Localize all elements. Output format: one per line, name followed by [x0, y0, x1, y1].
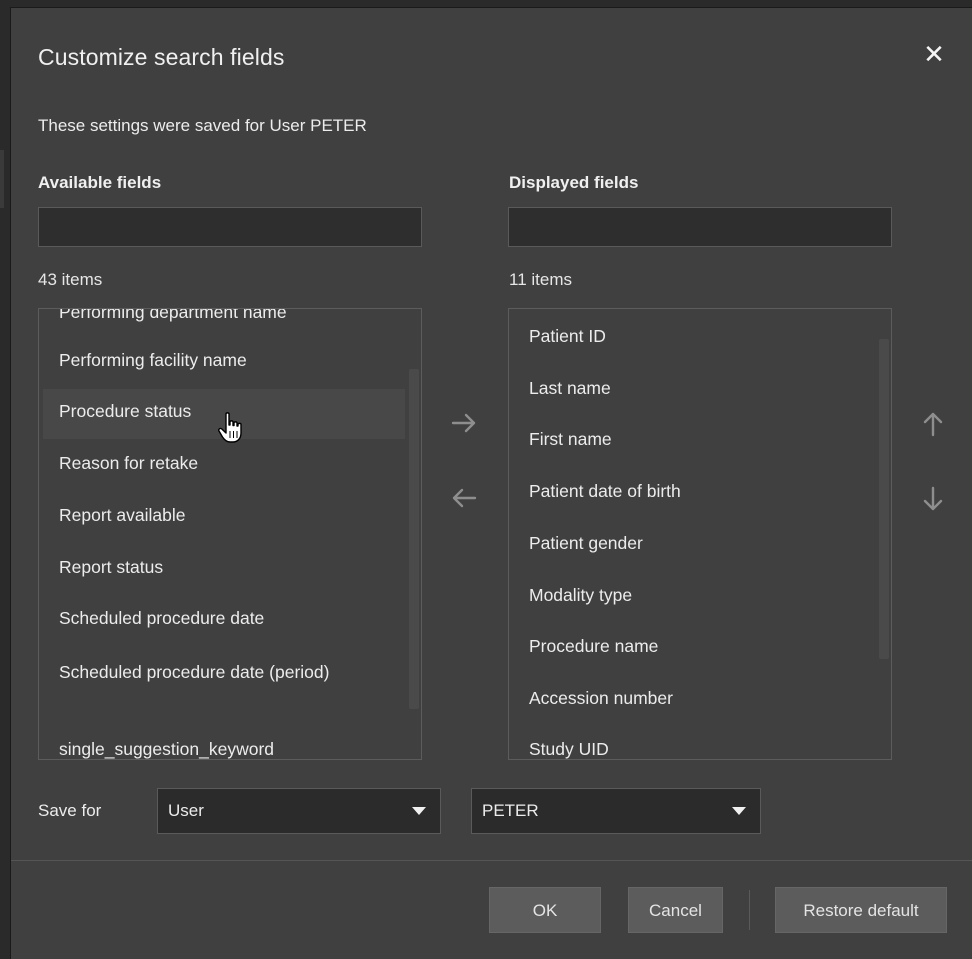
list-item[interactable]: Performing facility name	[43, 347, 405, 373]
arrow-up-icon[interactable]	[916, 407, 950, 441]
list-item[interactable]: Patient gender	[513, 530, 875, 556]
close-icon[interactable]: ✕	[921, 41, 947, 67]
list-item[interactable]: Scheduled procedure date	[43, 605, 405, 631]
background-window-edge	[0, 0, 10, 959]
available-fields-filter-input[interactable]	[38, 207, 422, 247]
hand-cursor-icon	[218, 412, 242, 443]
available-fields-count: 43 items	[38, 270, 103, 289]
arrow-down-icon[interactable]	[916, 482, 950, 516]
list-item[interactable]: single_suggestion_keyword	[43, 736, 405, 759]
save-for-scope-select[interactable]: User	[157, 788, 441, 834]
list-item[interactable]: Patient ID	[513, 323, 875, 349]
displayed-fields-count: 11 items	[509, 270, 572, 289]
available-fields-list[interactable]: Performing department name Performing fa…	[38, 308, 422, 760]
list-item[interactable]: Procedure name	[513, 633, 875, 659]
arrow-left-icon[interactable]	[447, 481, 481, 515]
list-item[interactable]: Accession number	[513, 685, 875, 711]
list-item[interactable]: Last name	[513, 375, 875, 401]
available-fields-label: Available fields	[38, 173, 162, 192]
ok-button[interactable]: OK	[489, 887, 601, 933]
displayed-fields-list[interactable]: Patient ID Last name First name Patient …	[508, 308, 892, 760]
list-item[interactable]: Modality type	[513, 582, 875, 608]
list-item[interactable]: Patient date of birth	[513, 478, 875, 504]
list-item[interactable]: Reason for retake	[43, 450, 405, 476]
cancel-button[interactable]: Cancel	[628, 887, 723, 933]
displayed-fields-label: Displayed fields	[509, 173, 639, 192]
list-item[interactable]: Study UID	[513, 736, 875, 759]
save-for-user-value: PETER	[482, 801, 539, 820]
chevron-down-icon	[412, 807, 426, 815]
restore-default-button[interactable]: Restore default	[775, 887, 947, 933]
arrow-right-icon[interactable]	[447, 406, 481, 440]
dialog-subtitle: These settings were saved for User PETER	[38, 116, 367, 135]
displayed-list-scrollbar[interactable]	[879, 339, 889, 659]
save-for-user-select[interactable]: PETER	[471, 788, 761, 834]
list-item[interactable]: Scheduled procedure date (period)	[43, 656, 343, 688]
available-list-scrollbar[interactable]	[409, 369, 419, 709]
displayed-fields-filter-input[interactable]	[508, 207, 892, 247]
button-separator	[749, 890, 750, 930]
list-item[interactable]: First name	[513, 426, 875, 452]
list-item[interactable]: Report available	[43, 502, 405, 528]
save-for-scope-value: User	[168, 801, 204, 820]
chevron-down-icon	[732, 807, 746, 815]
list-item[interactable]: Performing department name	[43, 309, 405, 325]
customize-search-fields-dialog: Customize search fields ✕ These settings…	[10, 7, 972, 959]
background-edge-mark	[0, 150, 4, 208]
list-item[interactable]: Report status	[43, 554, 405, 580]
save-for-label: Save for	[38, 801, 102, 820]
footer-divider	[11, 860, 972, 861]
dialog-title: Customize search fields	[38, 44, 285, 70]
